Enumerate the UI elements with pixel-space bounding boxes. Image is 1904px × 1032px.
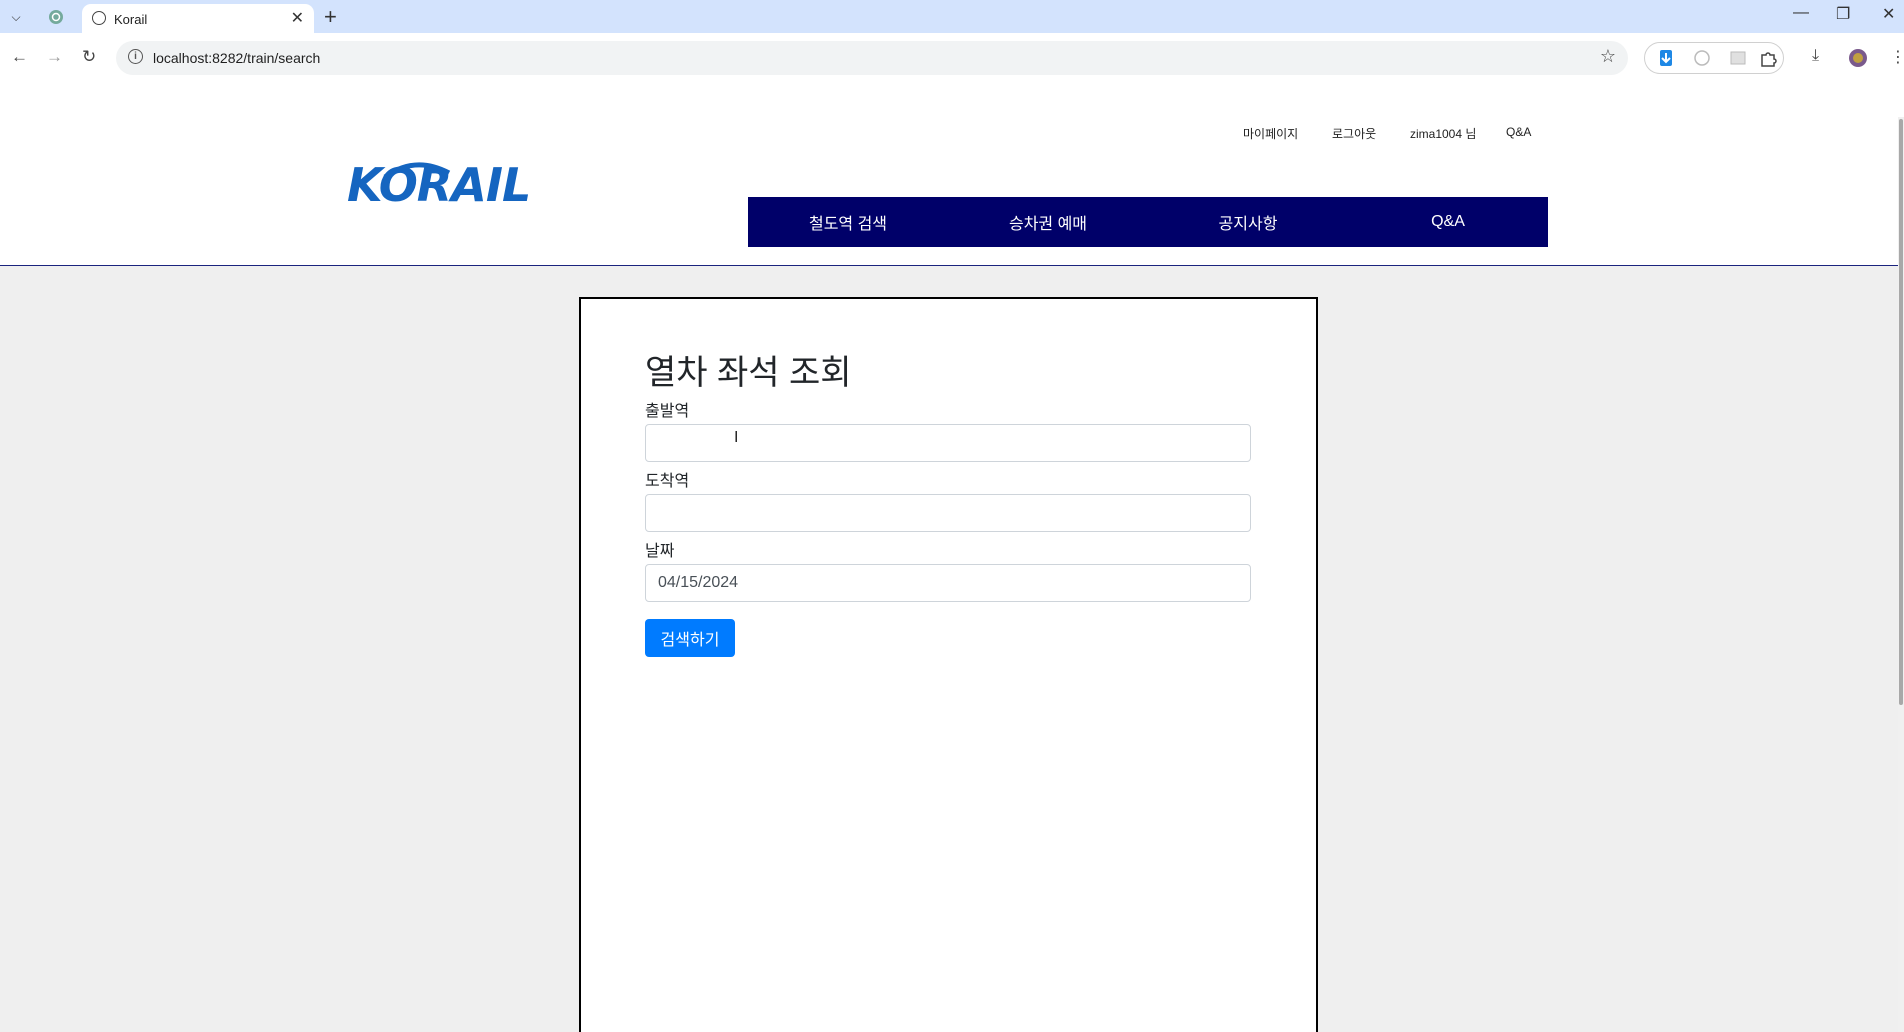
chatgpt-tab[interactable] [42, 6, 70, 28]
departure-label: 출발역 [645, 403, 690, 420]
page-scrollbar-thumb[interactable] [1899, 119, 1903, 705]
address-bar[interactable]: i localhost:8282/train/search ☆ [116, 41, 1628, 75]
chatgpt-icon [49, 10, 63, 24]
reload-icon[interactable]: ↻ [82, 47, 96, 67]
nav-qna[interactable]: Q&A [1348, 197, 1548, 247]
back-icon[interactable]: ← [11, 47, 28, 67]
extension-icon[interactable] [1729, 49, 1747, 67]
globe-icon [92, 11, 106, 25]
mypage-link[interactable]: 마이페이지 [1243, 125, 1298, 142]
active-tab[interactable]: Korail ✕ [82, 4, 314, 33]
close-tab-icon[interactable]: ✕ [291, 8, 304, 28]
extension-icon[interactable] [1693, 49, 1711, 67]
search-card: 열차 좌석 조회 출발역 도착역 날짜 검색하기 [579, 297, 1318, 1032]
page-title: 열차 좌석 조회 [645, 354, 852, 392]
search-button[interactable]: 검색하기 [645, 619, 735, 657]
minimize-icon[interactable]: — [1793, 4, 1809, 22]
qna-util-link[interactable]: Q&A [1506, 125, 1531, 139]
arrival-input[interactable] [645, 494, 1251, 532]
date-label: 날짜 [645, 543, 675, 560]
korail-logo-image: KORAIL [347, 158, 531, 212]
page-viewport: KORAIL 마이페이지 로그아웃 zima1004 님 Q&A 철도역 검색 … [0, 117, 1904, 1032]
text-cursor-icon: I [734, 429, 739, 446]
date-input[interactable] [645, 564, 1251, 602]
nav-notices[interactable]: 공지사항 [1148, 197, 1348, 247]
restore-icon[interactable]: ❐ [1836, 4, 1850, 24]
download-icon[interactable]: ⤓ [1812, 47, 1819, 65]
browser-tab-bar: ⌵ Korail ✕ + — ❐ ✕ [0, 0, 1904, 33]
main-nav: 철도역 검색 승차권 예매 공지사항 Q&A [748, 197, 1548, 247]
bookmark-star-icon[interactable]: ☆ [1600, 46, 1616, 67]
tab-title: Korail [114, 12, 148, 27]
nav-ticket-booking[interactable]: 승차권 예매 [948, 197, 1148, 247]
nav-station-search[interactable]: 철도역 검색 [748, 197, 948, 247]
new-tab-icon[interactable]: + [324, 4, 337, 30]
menu-kebab-icon[interactable]: ⋮ [1890, 47, 1904, 67]
tab-search-chevron-icon[interactable]: ⌵ [4, 6, 28, 28]
puzzle-icon[interactable] [1759, 49, 1777, 67]
arrival-label: 도착역 [645, 473, 690, 490]
username-label: zima1004 님 [1410, 127, 1477, 141]
site-info-icon[interactable]: i [128, 49, 143, 64]
extensions-group [1644, 42, 1784, 74]
logout-link[interactable]: 로그아웃 [1332, 125, 1376, 142]
browser-toolbar: ← → ↻ i localhost:8282/train/search ☆ ⤓ … [0, 33, 1904, 140]
close-window-icon[interactable]: ✕ [1882, 4, 1895, 24]
download-extension-icon[interactable] [1657, 49, 1675, 67]
korail-logo[interactable]: KORAIL [347, 155, 549, 212]
url-text[interactable]: localhost:8282/train/search [153, 50, 320, 66]
site-header: KORAIL 마이페이지 로그아웃 zima1004 님 Q&A 철도역 검색 … [0, 117, 1898, 266]
profile-avatar-icon[interactable] [1848, 48, 1868, 68]
forward-icon[interactable]: → [46, 47, 63, 67]
